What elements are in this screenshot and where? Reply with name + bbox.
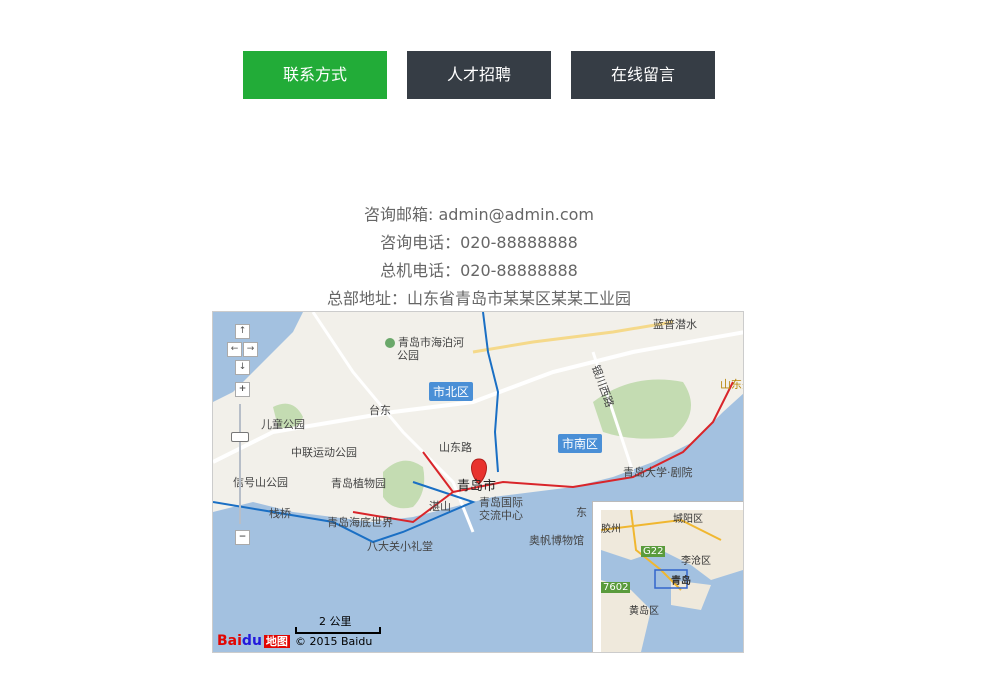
overview-huangdao: 黄岛区 [629, 606, 659, 617]
label-jiaoliu: 交流中心 [479, 509, 523, 522]
pan-up-icon[interactable]: ↑ [235, 324, 250, 339]
overview-jiaozhou: 胶州 [601, 524, 621, 535]
label-shandongtou: 山东头 [720, 378, 743, 391]
logo-du: du [241, 633, 262, 649]
logo-bai: Bai [217, 633, 242, 649]
label-xinhao: 信号山公园 [233, 476, 288, 489]
label-qingdaodaxue: 青岛大学·剧院 [623, 466, 693, 479]
label-dong: 东 [576, 506, 587, 519]
label-zhiwuyuan: 青岛植物园 [331, 477, 386, 490]
pan-right-icon[interactable]: → [243, 342, 258, 357]
tab-contact[interactable]: 联系方式 [243, 51, 387, 99]
label-badaguan: 八大关小礼堂 [367, 540, 433, 553]
overview-licang: 李沧区 [681, 556, 711, 567]
label-zhonglian: 中联运动公园 [291, 446, 357, 459]
label-shinan: 市南区 [558, 434, 603, 453]
label-zhanqiao: 栈桥 [269, 507, 291, 520]
contact-address: 总部地址：山东省青岛市某某区某某工业园 [326, 289, 631, 308]
label-park: 公园 [397, 349, 419, 362]
contact-phone: 咨询电话：020-88888888 [380, 233, 578, 252]
map-copyright: © 2015 Baidu [295, 635, 373, 648]
label-ertong: 儿童公园 [261, 418, 305, 431]
label-zhanshan: 湛山 [429, 500, 451, 513]
overview-map-view: 城阳区 胶州 G22 李沧区 青岛 7602 黄岛区 [601, 510, 743, 652]
scale-bar [295, 627, 381, 634]
pan-left-icon[interactable]: ← [227, 342, 242, 357]
overview-map[interactable]: 城阳区 胶州 G22 李沧区 青岛 7602 黄岛区 [592, 501, 743, 652]
tab-recruitment[interactable]: 人才招聘 [407, 51, 551, 99]
overview-qingdao: 青岛 [671, 576, 691, 587]
park-icon [385, 338, 395, 348]
label-haidi: 青岛海底世界 [327, 516, 393, 529]
label-taidong: 台东 [369, 404, 391, 417]
baidu-logo: Baidu 地图 [217, 633, 290, 649]
baidu-map[interactable]: 蓝普潜水 青岛市海泊河 公园 市北区 台东 山东路 市南区 儿童公园 中联运动公… [212, 311, 744, 653]
label-shandonglu: 山东路 [439, 441, 472, 454]
tab-bar: 联系方式 人才招聘 在线留言 [243, 51, 715, 99]
label-shibei: 市北区 [429, 382, 474, 401]
tab-message[interactable]: 在线留言 [571, 51, 715, 99]
overview-g22: G22 [641, 546, 666, 557]
overview-7602: 7602 [601, 582, 631, 593]
label-aofan: 奥帆博物馆 [529, 534, 584, 547]
contact-info: 咨询邮箱: admin@admin.com 咨询电话：020-88888888 … [0, 201, 958, 313]
zoom-out-icon[interactable]: − [235, 530, 250, 545]
overview-chengyang: 城阳区 [673, 514, 703, 525]
zoom-slider-handle[interactable] [231, 432, 249, 442]
logo-map: 地图 [263, 635, 290, 648]
pan-down-icon[interactable]: ↓ [235, 360, 250, 375]
contact-email: 咨询邮箱: admin@admin.com [363, 205, 594, 224]
label-qingdaoshi: 青岛市 [457, 479, 497, 494]
zoom-in-icon[interactable]: + [235, 382, 250, 397]
contact-switchboard: 总机电话：020-88888888 [380, 261, 578, 280]
label-lanyu: 蓝普潜水 [653, 318, 697, 331]
zoom-track[interactable] [239, 404, 241, 524]
